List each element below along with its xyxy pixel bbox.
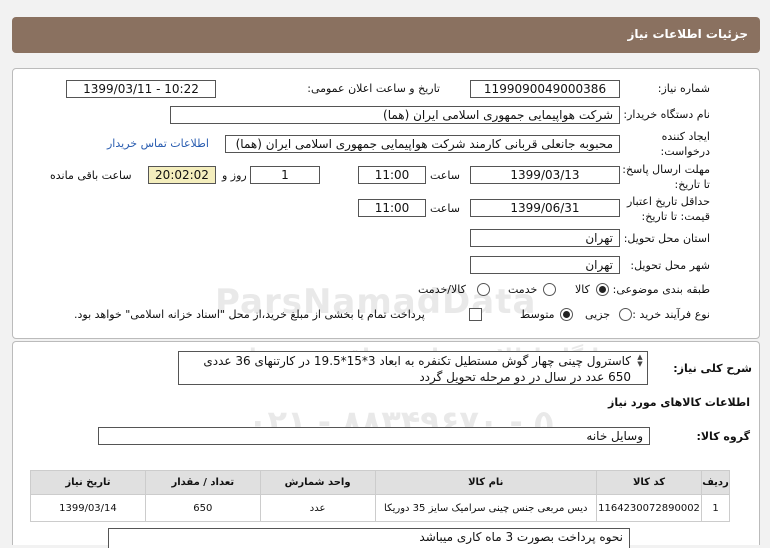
validity-label-2: قیمت: تا تاریخ: [641,210,710,223]
creator-field: محبوبه جانعلی قربانی کارمند شرکت هواپیما… [225,135,620,153]
summary-line-1: کاسترول چینی چهار گوش مستطیل تکنفره به ا… [203,354,631,368]
city-field: تهران [470,256,620,274]
cell-unit: عدد [259,494,376,522]
notes-line-1: نحوه پرداخت بصورت 3 ماه کاری میباشد [419,530,623,544]
col-code: کد کالا [596,470,703,495]
deadline-time-field: 11:00 [358,166,426,184]
buyer-notes-field: نحوه پرداخت بصورت 3 ماه کاری میباشد [108,528,630,548]
col-quantity: تعداد / مقدار [144,470,261,495]
category-goods-radio[interactable] [596,283,609,296]
treasury-payment-label: پرداخت تمام یا بخشی از مبلغ خرید،از محل … [74,308,425,321]
deadline-date-field: 1399/03/13 [470,166,620,184]
deadline-label-2: تا تاریخ: [674,178,710,191]
validity-time-label: ساعت [430,202,460,215]
cell-quantity: 650 [144,494,261,522]
process-medium-radio[interactable] [560,308,573,321]
summary-label: شرح کلی نیاز: [673,362,752,375]
process-minor-radio[interactable] [619,308,632,321]
col-row: ردیف [701,470,730,495]
textarea-scroll-arrows[interactable]: ▲ ▼ [636,354,644,368]
category-service-radio[interactable] [543,283,556,296]
process-minor-label: جزیی [585,308,611,321]
remaining-time-label: ساعت باقی مانده [50,169,132,182]
category-goods-service-label: کالا/خدمت [418,283,466,296]
days-label: روز و [222,169,247,182]
cell-name: دیس مربعی جنس چینی سرامیک سایز 35 دوریکا [374,494,598,522]
category-goods-service-radio[interactable] [477,283,490,296]
creator-label-2: درخواست: [660,145,710,158]
goods-group-field: وسایل خانه [98,427,650,445]
cell-date: 1399/03/14 [30,494,146,522]
province-field: تهران [470,229,620,247]
cell-row: 1 [701,494,730,522]
table-row: 1 1164230072890002 دیس مربعی جنس چینی سر… [30,494,730,522]
need-number-field: 1199090049000386 [470,80,620,98]
city-label: شهر محل تحویل: [630,259,710,272]
buyer-contact-link[interactable]: اطلاعات تماس خریدار [107,137,209,150]
page-title: جزئیات اطلاعات نیاز [627,27,748,41]
category-service-label: خدمت [508,283,538,296]
announce-label: تاریخ و ساعت اعلان عمومی: [307,82,440,95]
goods-group-label: گروه کالا: [696,430,750,443]
announce-field: 1399/03/11 - 10:22 [66,80,216,98]
process-medium-label: متوسط [520,308,555,321]
page-header: جزئیات اطلاعات نیاز [12,17,760,53]
validity-date-field: 1399/06/31 [470,199,620,217]
col-name: نام کالا [374,470,598,495]
province-label: استان محل تحویل: [623,232,710,245]
cell-code: 1164230072890002 [596,494,703,522]
category-goods-label: کالا [575,283,590,296]
creator-label-1: ایجاد کننده [661,130,710,143]
process-label: نوع فرآیند خرید : [632,308,710,321]
goods-table: ردیف کد کالا نام کالا واحد شمارش تعداد /… [30,470,730,522]
buyer-label: نام دستگاه خریدار: [623,108,710,121]
buyer-field: شرکت هواپیمایی جمهوری اسلامی ایران (هما) [170,106,620,124]
validity-label-1: حداقل تاریخ اعتبار [626,195,710,208]
goods-section-title: اطلاعات کالاهای مورد نیاز [608,396,750,409]
treasury-payment-checkbox[interactable] [469,308,482,321]
summary-textarea[interactable]: کاسترول چینی چهار گوش مستطیل تکنفره به ا… [178,351,648,385]
category-label: طبقه بندی موضوعی: [612,283,710,296]
col-unit: واحد شمارش [259,470,376,495]
summary-line-2: 650 عدد در سال در دو مرحله تحویل گردد [419,370,631,384]
col-date: تاریخ نیاز [30,470,146,495]
validity-time-field: 11:00 [358,199,426,217]
goods-table-header: ردیف کد کالا نام کالا واحد شمارش تعداد /… [30,470,730,495]
deadline-time-label: ساعت [430,169,460,182]
days-remaining-field: 1 [250,166,320,184]
remaining-time-field: 20:02:02 [148,166,216,184]
need-number-label: شماره نیاز: [657,82,710,95]
deadline-label-1: مهلت ارسال پاسخ: [622,163,710,176]
